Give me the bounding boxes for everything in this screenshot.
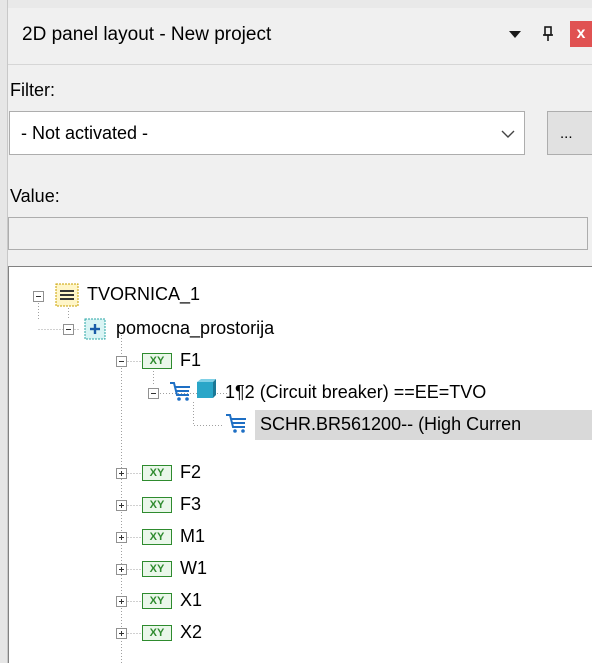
- tree-node-label: M1: [180, 526, 206, 546]
- expand-toggle[interactable]: [116, 628, 127, 639]
- tree-node-label: TVORNICA_1: [87, 284, 201, 304]
- cart-icon: [170, 382, 190, 401]
- filter-selected-value: - Not activated -: [21, 123, 149, 143]
- chevron-down-icon: [501, 130, 515, 138]
- close-button[interactable]: x: [570, 21, 592, 47]
- expand-toggle[interactable]: [116, 500, 127, 511]
- filter-label: Filter:: [10, 80, 55, 100]
- xy-icon: XY: [142, 593, 172, 609]
- xy-icon: XY: [142, 529, 172, 545]
- tree-node-label: F2: [180, 462, 202, 482]
- xy-icon: XY: [142, 625, 172, 641]
- tree-node-label: F3: [180, 494, 202, 514]
- value-field[interactable]: [8, 217, 588, 250]
- tree-node-label: W1: [180, 558, 207, 578]
- tree-node-label: pomocna_prostorija: [116, 318, 275, 338]
- value-label: Value:: [10, 186, 60, 206]
- panel-title: 2D panel layout - New project: [22, 24, 272, 45]
- pin-icon[interactable]: [540, 24, 556, 44]
- location-icon: [84, 318, 106, 340]
- xy-icon: XY: [142, 353, 172, 369]
- expand-toggle[interactable]: [116, 596, 127, 607]
- cart-icon: [226, 414, 246, 433]
- collapse-toggle[interactable]: [148, 388, 159, 399]
- structure-tree[interactable]: TVORNICA_1 pomocna_prostorija XY F1 1¶2 …: [8, 266, 592, 663]
- expand-toggle[interactable]: [116, 564, 127, 575]
- xy-icon: XY: [142, 561, 172, 577]
- tree-node-label: 1¶2 (Circuit breaker) ==EE=TVO: [225, 382, 487, 402]
- tree-node-label: X2: [180, 622, 203, 642]
- collapse-toggle[interactable]: [33, 291, 44, 302]
- xy-icon: XY: [142, 497, 172, 513]
- xy-icon: XY: [142, 465, 172, 481]
- panel-titlebar: 2D panel layout - New project x: [8, 8, 592, 65]
- expand-toggle[interactable]: [116, 532, 127, 543]
- tree-node-label: SCHR.BR561200-- (High Curren: [260, 414, 522, 434]
- expand-toggle[interactable]: [116, 468, 127, 479]
- collapse-toggle[interactable]: [63, 324, 74, 335]
- close-icon: x: [576, 25, 586, 42]
- filter-more-button[interactable]: ...: [547, 111, 592, 155]
- dropdown-arrow-icon[interactable]: [507, 26, 523, 42]
- project-icon: [55, 283, 79, 307]
- tree-node-label: F1: [180, 350, 202, 370]
- filter-select[interactable]: - Not activated -: [9, 111, 525, 155]
- window-top-strip: [8, 0, 592, 8]
- tree-node-label: X1: [180, 590, 203, 610]
- collapse-toggle[interactable]: [116, 356, 127, 367]
- device-icon: [197, 379, 216, 398]
- window-left-edge: [0, 0, 8, 663]
